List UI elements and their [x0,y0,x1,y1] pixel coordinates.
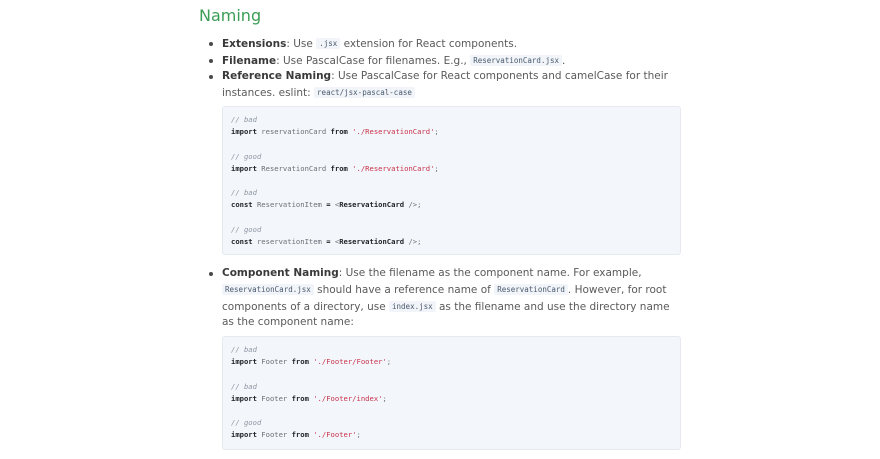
code-keyword: from [291,357,309,366]
bullet-dot [209,75,213,79]
code-comment: // bad [231,188,257,197]
code-keyword: from [291,393,309,403]
code-ident: Footer [256,357,292,366]
code-block-component-naming: // bad import Footer from './Footer/Foot… [222,336,681,450]
code-line: // bad [231,187,672,199]
code-comment: // good [231,418,262,427]
inline-code: index.jsx [389,300,436,312]
code-block-reference-naming: // bad import reservationCard from './Re… [222,106,681,255]
term-filename: Filename [222,54,277,67]
code-keyword: from [330,163,348,173]
code-punct: />; [404,236,422,246]
code-line: import reservationCard from './Reservati… [231,126,672,138]
component-naming-list: Component Naming: Use the filename as th… [209,266,679,331]
code-string: './Footer/Footer' [308,357,387,366]
code-string: './Footer' [308,430,357,439]
code-keyword: import [231,393,257,403]
code-line: // bad [231,344,672,356]
code-ident: reservationCard [256,127,331,136]
code-string: './ReservationCard' [347,127,435,136]
code-line: import Footer from './Footer/index'; [231,393,672,405]
code-punct: ; [434,127,439,136]
code-punct: ; [356,430,361,439]
bullet-dot [209,272,213,276]
code-punct: ; [386,357,392,366]
code-punct: < [330,236,340,246]
code-line: // good [231,151,672,163]
list-item-filename: Filename: Use PascalCase for filenames. … [209,53,679,70]
list-item-component-naming: Component Naming: Use the filename as th… [209,266,679,331]
code-line: const ReservationItem = <ReservationCard… [231,199,672,211]
inline-code: ReservationCard.jsx [470,54,563,66]
code-comment: // bad [231,381,257,391]
code-keyword: const [231,200,253,209]
code-line: import Footer from './Footer/Footer'; [231,356,672,368]
term-extensions: Extensions [222,38,287,50]
code-line: const reservationItem = <ReservationCard… [231,236,672,248]
bullet-dot [209,42,213,46]
list-item-reference-naming: Reference Naming: Use PascalCase for Rea… [209,69,679,101]
code-punct: < [330,200,340,209]
text: . [562,54,566,67]
code-line: // good [231,417,672,429]
code-tag: ReservationCard [339,200,405,209]
code-line: // bad [231,381,672,393]
inline-code: react/jsx-pascal-case [314,86,415,98]
code-punct: ; [434,163,439,173]
text: : Use PascalCase for filenames. E.g., [276,54,471,67]
code-keyword: import [231,163,257,173]
code-line: import Footer from './Footer'; [231,429,672,441]
code-comment: // good [231,151,262,161]
code-comment: // bad [231,345,257,354]
code-line: // good [231,224,672,236]
inline-code: .jsx [316,38,341,49]
code-string: './Footer/index' [308,393,383,403]
inline-code: ReservationCard [494,283,568,295]
code-ident: ReservationCard [256,163,331,173]
code-comment: // bad [231,115,257,124]
code-keyword: import [231,430,257,439]
code-tag: ReservationCard [339,236,405,246]
section-heading: Naming [199,6,262,25]
eslint-rule-link[interactable]: react/jsx-pascal-case [314,86,415,99]
code-string: './ReservationCard' [347,163,435,173]
bullet-dot [209,58,213,63]
text: extension for React components. [340,38,518,50]
naming-rules-list: Extensions: Use .jsx extension for React… [209,36,679,101]
code-keyword: import [231,357,257,366]
text: : Use the filename as the component name… [338,267,642,279]
text: should have a reference name of [313,283,495,296]
code-keyword: from [291,430,309,439]
code-line: // bad [231,114,672,126]
inline-code: ReservationCard.jsx [222,283,314,295]
code-ident: ReservationItem [252,200,327,209]
code-keyword: const [231,236,253,246]
code-keyword: from [330,127,348,136]
text: : Use [286,38,317,50]
code-ident: reservationItem [252,236,327,246]
code-comment: // good [231,224,262,234]
code-ident: Footer [256,393,292,403]
code-punct: />; [404,200,422,209]
list-item-extensions: Extensions: Use .jsx extension for React… [209,36,679,53]
code-line: import ReservationCard from './Reservati… [231,163,672,175]
code-punct: ; [382,393,387,403]
code-ident: Footer [256,430,292,439]
code-keyword: import [231,127,257,136]
term-reference-naming: Reference Naming [222,70,332,82]
term-component-naming: Component Naming [222,267,339,279]
